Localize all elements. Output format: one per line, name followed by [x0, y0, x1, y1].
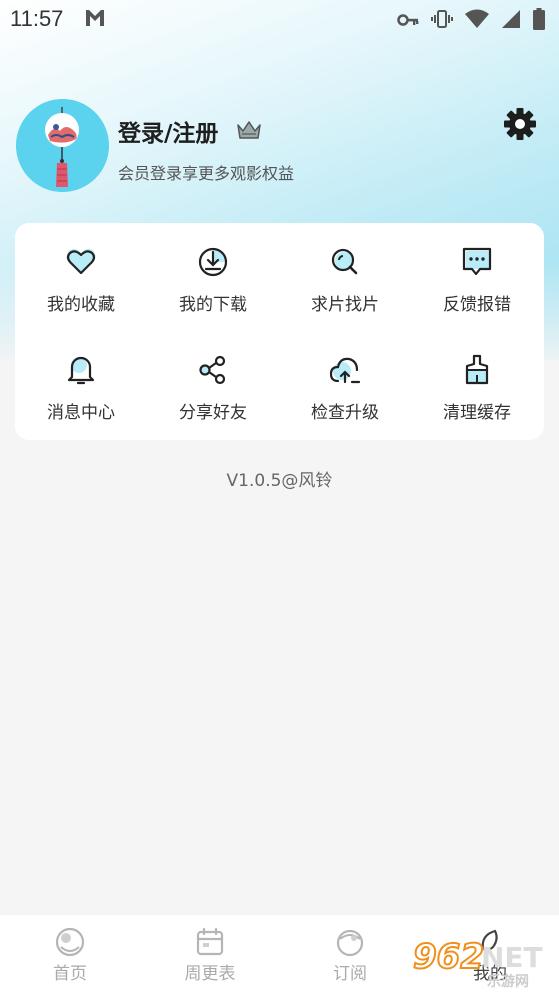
menu-item-label: 我的下载	[179, 295, 247, 315]
gear-icon[interactable]	[503, 107, 537, 141]
gmail-icon	[84, 6, 106, 32]
menu-card: 我的收藏 我的下载 求片找片 反馈报错 消息中心 分享好友 检查升级 清理缓存	[15, 223, 544, 440]
menu-item-label: 清理缓存	[443, 403, 511, 423]
menu-item-label: 消息中心	[47, 403, 115, 423]
nav-label: 首页	[53, 964, 87, 984]
feedback-icon	[460, 245, 494, 279]
menu-item-label: 我的收藏	[47, 295, 115, 315]
menu-grid: 我的收藏 我的下载 求片找片 反馈报错 消息中心 分享好友 检查升级 清理缓存	[15, 223, 544, 440]
menu-item-request-film[interactable]: 求片找片	[279, 223, 411, 323]
share-icon	[196, 353, 230, 387]
nav-home[interactable]: 首页	[0, 925, 140, 984]
home-icon	[53, 925, 87, 959]
watermark-number: 962	[412, 936, 485, 978]
cloud-upload-icon	[328, 353, 362, 387]
menu-item-label: 反馈报错	[443, 295, 511, 315]
clean-icon	[460, 353, 494, 387]
wifi-icon	[465, 9, 489, 33]
login-subtitle: 会员登录享更多观影权益	[118, 164, 295, 183]
nav-label: 周更表	[184, 964, 236, 984]
menu-item-label: 分享好友	[179, 403, 247, 423]
wind-chime-avatar-image	[16, 99, 109, 192]
menu-item-clear-cache[interactable]: 清理缓存	[411, 331, 543, 431]
watermark-suffix: NET	[481, 941, 543, 974]
nav-label: 订阅	[333, 964, 367, 984]
signal-icon	[501, 9, 521, 33]
watermark-logo: 962 NET 乐游网	[405, 935, 555, 991]
avatar[interactable]	[16, 99, 109, 192]
menu-item-check-update[interactable]: 检查升级	[279, 331, 411, 431]
battery-icon	[533, 8, 545, 34]
vibrate-icon	[431, 8, 453, 34]
calendar-icon	[193, 925, 227, 959]
version-text: V1.0.5@风铃	[226, 471, 333, 491]
login-register-link[interactable]: 登录/注册	[118, 114, 218, 148]
menu-item-share[interactable]: 分享好友	[147, 331, 279, 431]
search-film-icon	[328, 245, 362, 279]
download-icon	[196, 245, 230, 279]
menu-item-favorites[interactable]: 我的收藏	[15, 223, 147, 323]
crown-icon	[236, 120, 262, 144]
menu-item-label: 求片找片	[311, 295, 379, 315]
bell-icon	[64, 353, 98, 387]
status-bar: 11:57	[0, 0, 559, 38]
nav-subscribe[interactable]: 订阅	[280, 925, 420, 984]
menu-item-label: 检查升级	[311, 403, 379, 423]
status-time: 11:57	[10, 6, 64, 31]
nav-schedule[interactable]: 周更表	[140, 925, 280, 984]
key-icon	[397, 12, 419, 31]
watermark-subtitle: 乐游网	[487, 974, 529, 990]
subscribe-icon	[333, 925, 367, 959]
menu-item-downloads[interactable]: 我的下载	[147, 223, 279, 323]
heart-icon	[64, 245, 98, 279]
menu-item-feedback[interactable]: 反馈报错	[411, 223, 543, 323]
menu-item-messages[interactable]: 消息中心	[15, 331, 147, 431]
